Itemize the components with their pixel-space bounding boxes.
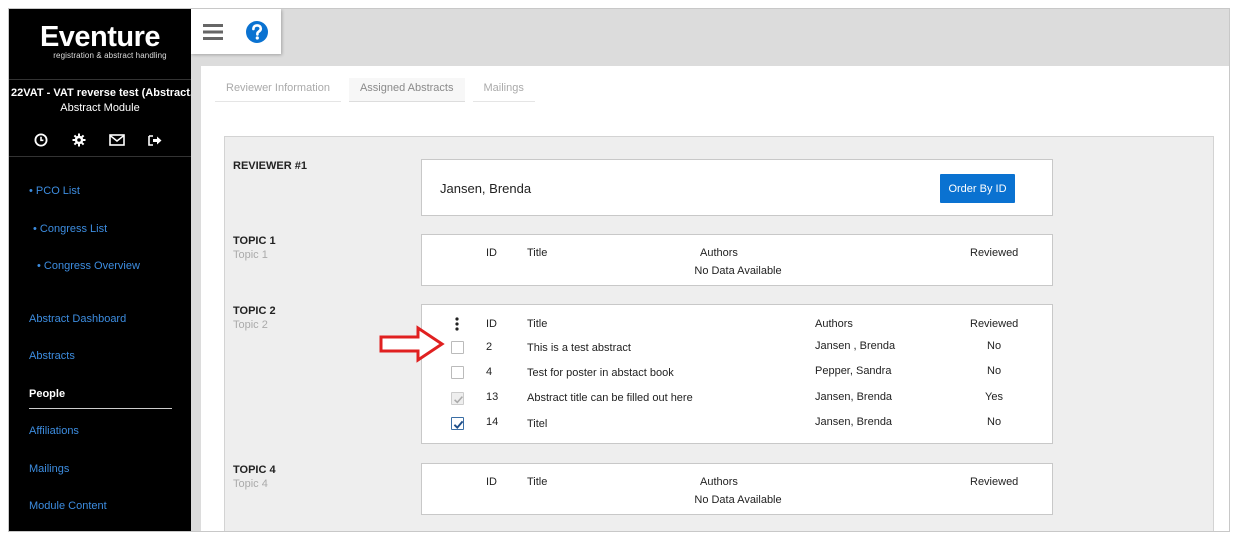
column-header-authors: Authors xyxy=(700,247,738,259)
abstract-authors: Jansen, Brenda xyxy=(815,416,893,428)
topic-1-table: ID Title Authors Reviewed No Data Availa… xyxy=(421,234,1053,286)
hamburger-icon[interactable] xyxy=(191,9,235,54)
topic-sublabel: Topic 1 xyxy=(233,249,268,261)
top-toolbar xyxy=(191,9,281,54)
tab-assigned-abstracts[interactable]: Assigned Abstracts xyxy=(348,78,465,102)
congress-info: 22VAT - VAT reverse test (Abstract... Ab… xyxy=(9,87,191,114)
main-content: Reviewer Information Assigned Abstracts … xyxy=(201,66,1229,531)
tab-mailings[interactable]: Mailings xyxy=(472,78,535,102)
column-header-id: ID xyxy=(486,476,497,488)
reviewer-box: Jansen, Brenda Order By ID xyxy=(421,159,1053,216)
topic-sublabel: Topic 2 xyxy=(233,319,268,331)
checkmark-icon xyxy=(453,420,464,429)
checkmark-icon xyxy=(454,396,464,404)
nav-abstracts[interactable]: Abstracts xyxy=(29,350,75,362)
abstract-id: 2 xyxy=(486,341,493,353)
abstract-id: 13 xyxy=(486,391,499,403)
sidebar: Eventure registration & abstract handlin… xyxy=(9,9,191,531)
app-window: Eventure registration & abstract handlin… xyxy=(8,8,1230,532)
abstract-id: 14 xyxy=(486,416,499,428)
column-header-title: Title xyxy=(527,318,548,330)
column-header-reviewed: Reviewed xyxy=(970,318,1019,330)
nav-mailings[interactable]: Mailings xyxy=(29,463,69,475)
abstract-title: This is a test abstract xyxy=(527,342,631,354)
help-icon[interactable] xyxy=(235,9,279,54)
abstract-id: 4 xyxy=(486,366,493,378)
column-header-reviewed: Reviewed xyxy=(970,247,1019,259)
abstract-authors: Jansen , Brenda xyxy=(815,340,896,352)
topic-4-table: ID Title Authors Reviewed No Data Availa… xyxy=(421,463,1053,515)
module-name: Abstract Module xyxy=(60,102,140,114)
logo[interactable]: Eventure registration & abstract handlin… xyxy=(9,9,191,79)
abstract-title: Titel xyxy=(527,418,548,430)
gear-icon[interactable] xyxy=(69,131,89,149)
nav-module-content[interactable]: Module Content xyxy=(29,500,107,512)
topic-2-table: ID Title Authors Reviewed 2 This is a te… xyxy=(421,304,1053,444)
clock-icon[interactable] xyxy=(31,131,51,149)
abstract-reviewed: No xyxy=(987,340,1002,352)
abstract-authors: Pepper, Sandra xyxy=(815,365,892,377)
sidebar-toolbar xyxy=(31,131,181,149)
topic-sublabel: Topic 4 xyxy=(233,478,268,490)
divider xyxy=(9,79,191,80)
tab-reviewer-information[interactable]: Reviewer Information xyxy=(215,78,341,102)
row-select-checkbox-disabled xyxy=(451,392,464,405)
column-header-id: ID xyxy=(486,247,497,259)
reviewer-name: Jansen, Brenda xyxy=(440,181,532,196)
column-header-authors: Authors xyxy=(700,476,738,488)
abstract-title: Test for poster in abstact book xyxy=(527,367,674,379)
nav-abstract-dashboard[interactable]: Abstract Dashboard xyxy=(29,313,126,325)
no-data-message: No Data Available xyxy=(694,494,782,506)
column-header-authors: Authors xyxy=(815,318,853,330)
topic-label: TOPIC 1 xyxy=(233,235,276,247)
row-select-checkbox[interactable] xyxy=(451,366,464,379)
row-select-checkbox-checked[interactable] xyxy=(451,417,464,430)
kebab-menu-icon[interactable] xyxy=(455,317,459,334)
abstract-reviewed: No xyxy=(987,416,1002,428)
no-data-message: No Data Available xyxy=(694,265,782,277)
order-by-id-button[interactable]: Order By ID xyxy=(940,174,1015,203)
brand-name: Eventure xyxy=(39,21,161,53)
column-header-title: Title xyxy=(527,476,548,488)
brand-tagline: registration & abstract handling xyxy=(53,51,167,60)
abstract-reviewed: Yes xyxy=(985,391,1003,403)
assigned-abstracts-panel: REVIEWER #1 Jansen, Brenda Order By ID T… xyxy=(224,136,1214,531)
sign-out-icon[interactable] xyxy=(145,131,165,149)
topic-label: TOPIC 4 xyxy=(233,464,276,476)
column-header-id: ID xyxy=(486,318,497,330)
annotation-arrow-icon xyxy=(379,325,445,363)
topic-label: TOPIC 2 xyxy=(233,305,276,317)
active-nav-underline xyxy=(29,408,172,409)
nav-congress-overview[interactable]: • Congress Overview xyxy=(37,260,140,272)
nav-affiliations[interactable]: Affiliations xyxy=(29,425,79,437)
congress-name: 22VAT - VAT reverse test (Abstract... xyxy=(11,87,191,99)
divider xyxy=(9,156,191,157)
envelope-icon[interactable] xyxy=(107,131,127,149)
column-header-reviewed: Reviewed xyxy=(970,476,1019,488)
abstract-authors: Jansen, Brenda xyxy=(815,391,893,403)
reviewer-label: REVIEWER #1 xyxy=(233,160,307,172)
column-header-title: Title xyxy=(527,247,548,259)
nav-people[interactable]: People xyxy=(29,388,65,400)
nav-congress-list[interactable]: • Congress List xyxy=(33,223,107,235)
row-select-checkbox[interactable] xyxy=(451,341,464,354)
nav-pco-list[interactable]: • PCO List xyxy=(29,185,80,197)
abstract-title: Abstract title can be filled out here xyxy=(527,392,693,404)
abstract-reviewed: No xyxy=(987,365,1002,377)
tab-bar: Reviewer Information Assigned Abstracts … xyxy=(215,78,535,102)
